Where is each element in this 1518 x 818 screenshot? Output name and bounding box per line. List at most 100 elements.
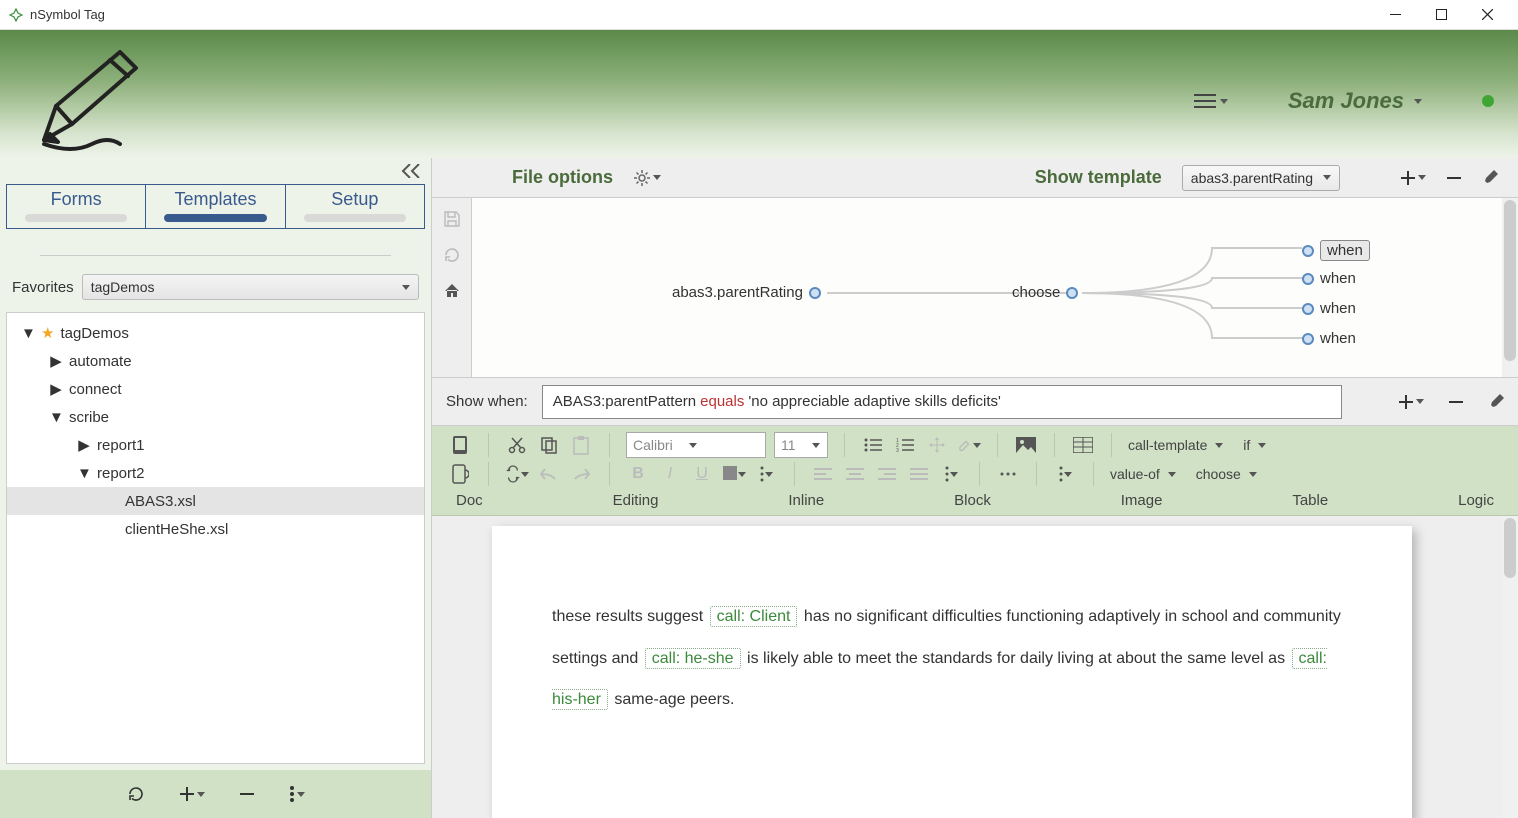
underline-button[interactable]: U — [690, 462, 714, 486]
template-tag[interactable]: call: he-she — [645, 648, 741, 669]
tree-row[interactable]: ▶connect — [7, 375, 424, 403]
node-port-icon — [1066, 287, 1078, 299]
template-edit-button[interactable] — [1482, 170, 1498, 186]
add-button[interactable] — [179, 786, 205, 802]
align-center-button[interactable] — [843, 462, 867, 486]
fill-color-button[interactable] — [722, 462, 746, 486]
font-select[interactable]: Calibri — [626, 432, 766, 458]
tree-arrow-icon: ▶ — [49, 380, 63, 398]
close-button[interactable] — [1464, 0, 1510, 30]
font-size-select[interactable]: 11 — [774, 432, 828, 458]
maximize-button[interactable] — [1418, 0, 1464, 30]
condition-add-button[interactable] — [1398, 394, 1424, 410]
paste-button[interactable] — [569, 433, 593, 457]
block-more-button[interactable] — [939, 462, 963, 486]
save-button[interactable] — [443, 210, 461, 228]
table-more-button[interactable] — [1053, 462, 1077, 486]
align-right-button[interactable] — [875, 462, 899, 486]
bold-button[interactable]: B — [626, 462, 650, 486]
template-remove-button[interactable] — [1446, 170, 1462, 186]
template-add-button[interactable] — [1400, 170, 1426, 186]
move-button[interactable] — [925, 433, 949, 457]
condition-remove-button[interactable] — [1448, 394, 1464, 410]
image-button[interactable] — [1014, 433, 1038, 457]
refresh-button[interactable] — [127, 785, 145, 803]
numbered-list-button[interactable]: 123 — [893, 433, 917, 457]
document-page[interactable]: these results suggest call: Client has n… — [492, 526, 1412, 818]
tree-row[interactable]: clientHeShe.xsl — [7, 515, 424, 543]
table-button[interactable] — [1071, 433, 1095, 457]
graph-node-choose[interactable]: choose — [1012, 284, 1078, 301]
tree-row[interactable]: ▼★tagDemos — [7, 319, 424, 347]
graph-scrollbar[interactable] — [1502, 198, 1518, 377]
italic-button[interactable]: I — [658, 462, 682, 486]
tb-label-logic: Logic — [1458, 492, 1494, 509]
graph-node-when-1[interactable]: when — [1302, 270, 1356, 287]
caret-down-icon — [765, 472, 773, 477]
file-options-label: File options — [512, 167, 613, 188]
caret-down-icon — [950, 472, 958, 477]
graph-node-when-3[interactable]: when — [1302, 330, 1356, 347]
copy-button[interactable] — [537, 433, 561, 457]
tb-label-block: Block — [954, 492, 991, 509]
node-port-icon — [1302, 333, 1314, 345]
if-button[interactable]: if — [1243, 437, 1266, 453]
divider — [40, 255, 391, 256]
collapse-sidebar-button[interactable] — [401, 162, 421, 180]
template-select[interactable]: abas3.parentRating — [1182, 165, 1340, 191]
favorites-select[interactable]: tagDemos — [82, 274, 419, 300]
file-options-gear[interactable] — [633, 169, 661, 187]
call-template-button[interactable]: call-template — [1128, 437, 1223, 453]
user-menu[interactable]: Sam Jones — [1288, 88, 1422, 114]
condition-edit-button[interactable] — [1488, 394, 1504, 410]
window-title: nSymbol Tag — [30, 7, 1372, 22]
editor-area: these results suggest call: Client has n… — [432, 516, 1518, 818]
graph-node-root[interactable]: abas3.parentRating — [672, 284, 821, 301]
template-tag[interactable]: call: Client — [710, 606, 798, 627]
tb-label-image: Image — [1121, 492, 1163, 509]
cycle-button[interactable] — [505, 462, 529, 486]
header-band: Sam Jones — [0, 30, 1518, 158]
inline-more-button[interactable] — [754, 462, 778, 486]
cut-button[interactable] — [505, 433, 529, 457]
align-justify-button[interactable] — [907, 462, 931, 486]
editor-scrollbar[interactable] — [1502, 516, 1518, 818]
tb-label-doc: Doc — [456, 492, 483, 509]
svg-text:3: 3 — [896, 448, 899, 453]
paint-button[interactable] — [957, 433, 981, 457]
device-rotate-button[interactable] — [448, 462, 472, 486]
tab-setup[interactable]: Setup — [286, 185, 424, 228]
minimize-button[interactable] — [1372, 0, 1418, 30]
remove-button[interactable] — [239, 786, 255, 802]
redo-button[interactable] — [569, 462, 593, 486]
tab-templates[interactable]: Templates — [146, 185, 285, 228]
caret-down-icon — [197, 792, 205, 797]
align-left-button[interactable] — [811, 462, 835, 486]
choose-button[interactable]: choose — [1196, 466, 1257, 482]
tab-forms[interactable]: Forms — [7, 185, 146, 228]
caret-down-icon — [1418, 175, 1426, 180]
tree-arrow-icon: ▼ — [21, 325, 35, 342]
image-more-button[interactable] — [996, 462, 1020, 486]
more-button[interactable] — [289, 785, 305, 803]
caret-down-icon — [297, 792, 305, 797]
tree-row[interactable]: ABAS3.xsl — [7, 487, 424, 515]
home-button[interactable] — [443, 282, 461, 300]
device-frame-button[interactable] — [448, 433, 472, 457]
user-name: Sam Jones — [1288, 88, 1404, 114]
condition-expression[interactable]: ABAS3:parentPattern equals 'no appreciab… — [542, 385, 1342, 419]
value-of-button[interactable]: value-of — [1110, 466, 1176, 482]
tree-row[interactable]: ▼scribe — [7, 403, 424, 431]
bullet-list-button[interactable] — [861, 433, 885, 457]
tree-row[interactable]: ▼report2 — [7, 459, 424, 487]
main-menu-button[interactable] — [1194, 93, 1228, 109]
graph-node-when-2[interactable]: when — [1302, 300, 1356, 317]
graph-refresh-button[interactable] — [443, 246, 461, 264]
undo-button[interactable] — [537, 462, 561, 486]
tree-row[interactable]: ▶report1 — [7, 431, 424, 459]
node-port-icon — [1302, 245, 1314, 257]
status-indicator — [1482, 95, 1494, 107]
graph-node-when-0[interactable]: when — [1302, 240, 1370, 261]
tree-row[interactable]: ▶automate — [7, 347, 424, 375]
graph-canvas[interactable]: abas3.parentRating choose when when when… — [472, 198, 1502, 377]
